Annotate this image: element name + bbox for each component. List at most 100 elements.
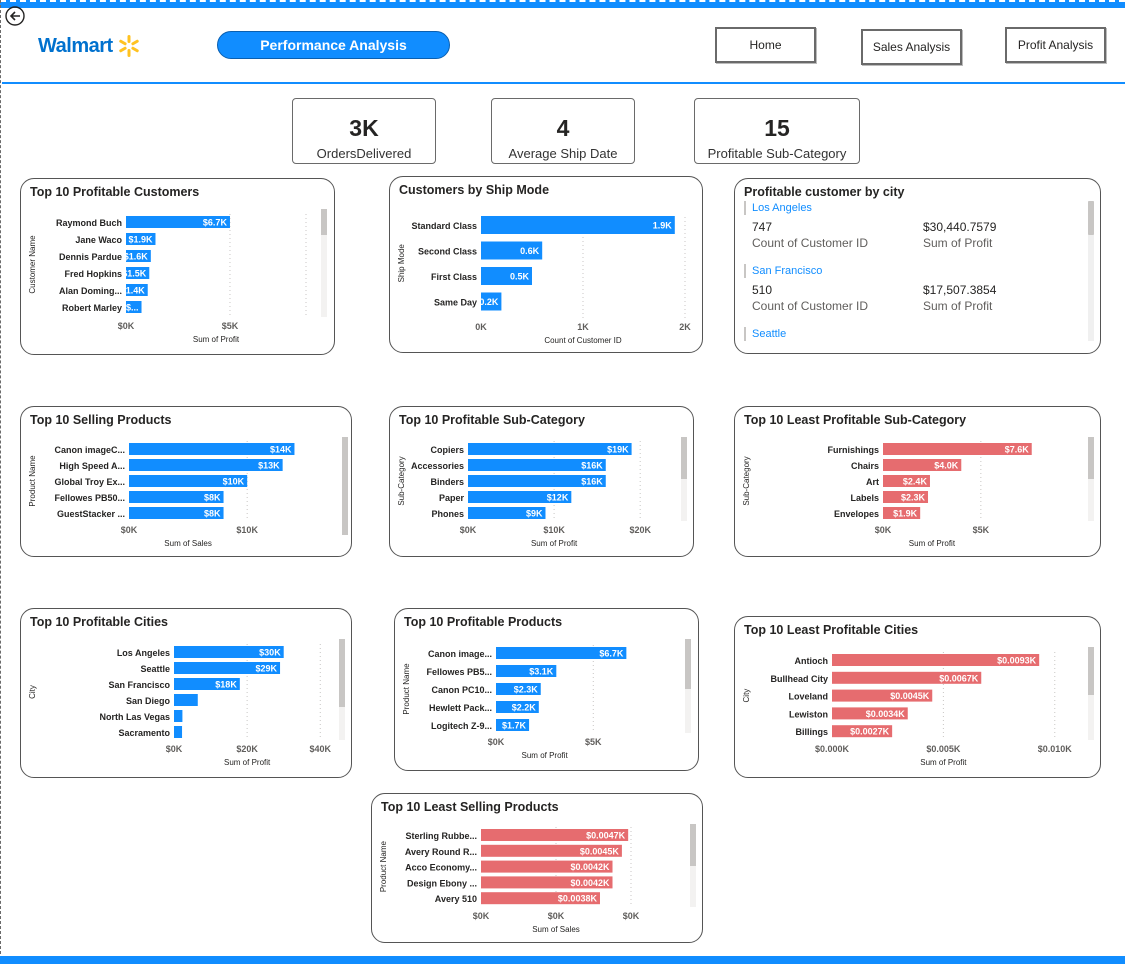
category-label: Chairs: [851, 461, 879, 471]
category-label: Loveland: [788, 692, 828, 702]
category-label: Robert Marley: [62, 303, 122, 313]
category-label: Lewiston: [789, 709, 828, 719]
customer-count: 747: [752, 220, 773, 234]
city-name[interactable]: Los Angeles: [752, 202, 812, 214]
category-label: Bullhead City: [770, 674, 828, 684]
y-axis-title: Sub-Category: [397, 456, 406, 505]
x-tick-label: $0K: [460, 525, 477, 535]
customer-count: 510: [752, 283, 773, 297]
chart-svg: $0K $20K $40K Sum of Profit City Los Angeles $…: [28, 639, 345, 767]
category-label: Furnishings: [828, 445, 880, 455]
x-tick-label: $0.005K: [926, 744, 961, 754]
data-label: $30K: [259, 648, 281, 658]
y-axis-title: Ship Mode: [397, 244, 406, 283]
data-label: $6.7K: [203, 218, 228, 228]
chart-customers-by-ship-mode[interactable]: Customers by Ship Mode 0K 1K 2K Count of Cu…: [389, 176, 703, 353]
category-label: Los Angeles: [117, 648, 170, 658]
city-name[interactable]: Seattle: [752, 328, 786, 340]
scrollbar-thumb: [690, 824, 696, 866]
x-tick-label: $5K: [973, 525, 990, 535]
category-label: Global Troy Ex...: [54, 477, 125, 487]
profit-analysis-button[interactable]: Profit Analysis: [1005, 27, 1106, 63]
y-axis-title: Product Name: [28, 455, 37, 507]
category-label: Acco Economy...: [405, 863, 477, 873]
data-label: $18K: [215, 680, 237, 690]
category-label: Avery Round R...: [405, 847, 477, 857]
chart-top-profitable-subcategory[interactable]: Top 10 Profitable Sub-Category $0K $10K $2…: [389, 406, 694, 557]
x-tick-label: $0.010K: [1038, 744, 1073, 754]
chart-top-profitable-cities[interactable]: Top 10 Profitable Cities $0K $20K $40K Sum …: [20, 608, 352, 778]
chart-svg: $0K $5K Sum of Profit Sub-Category Furnishin…: [742, 437, 1094, 548]
scrollbar-thumb[interactable]: [1088, 201, 1094, 235]
chart-least-profitable-subcategory[interactable]: Top 10 Least Profitable Sub-Category $0K…: [734, 406, 1101, 557]
category-label: Phones: [431, 509, 464, 519]
category-label: High Speed A...: [59, 461, 125, 471]
data-label: $1.9K: [128, 235, 153, 245]
category-label: Sterling Rubbe...: [405, 831, 477, 841]
chart-top-selling-products[interactable]: Top 10 Selling Products $0K $10K Sum of Sa…: [20, 406, 352, 557]
x-axis-title: Sum of Sales: [532, 925, 580, 934]
data-label: $1.4K: [121, 286, 146, 296]
y-axis-title: Product Name: [402, 663, 411, 715]
bar: [174, 710, 183, 722]
category-label: Binders: [430, 477, 464, 487]
data-label: $0.0067K: [939, 673, 979, 683]
chart-least-selling-products[interactable]: Top 10 Least Selling Products $0K $0K $0K S…: [371, 793, 703, 943]
x-tick-label: $5K: [222, 321, 239, 331]
data-label: $10K: [223, 477, 245, 487]
city-name[interactable]: San Francisco: [752, 265, 822, 277]
profit-value: $17,507.3854: [923, 283, 997, 297]
chart-least-profitable-cities[interactable]: Top 10 Least Profitable Cities $0.000K $0…: [734, 616, 1101, 778]
chart-svg: $0K $10K Sum of Sales Product Name Canon ima…: [28, 437, 348, 548]
x-tick-label: $5K: [585, 737, 602, 747]
count-label: Count of Customer ID: [752, 299, 869, 313]
category-label: Labels: [850, 493, 879, 503]
kpi-label: OrdersDelivered: [316, 146, 412, 161]
home-button[interactable]: Home: [715, 27, 816, 63]
category-label: Dennis Pardue: [59, 252, 122, 262]
scrollbar-thumb: [681, 437, 687, 479]
chart-svg: 0K 1K 2K Count of Customer ID Ship Mode Stand…: [397, 216, 691, 345]
data-label: 1.9K: [653, 221, 673, 231]
data-label: $7.6K: [1005, 445, 1030, 455]
card-profitable-customer-by-city[interactable]: Profitable customer by city Los Angeles …: [734, 178, 1101, 354]
scrollbar-thumb: [342, 437, 348, 535]
bar: [174, 694, 198, 706]
data-label: $0.0042K: [570, 862, 610, 872]
data-label: $0.0034K: [866, 709, 906, 719]
kpi-label: Average Ship Date: [508, 146, 618, 161]
category-label: Alan Doming...: [59, 286, 122, 296]
kpi-value: 4: [556, 115, 570, 141]
x-tick-label: $20K: [236, 744, 258, 754]
data-label: $2.3K: [514, 685, 539, 695]
data-label: $16K: [581, 461, 603, 471]
back-arrow-icon[interactable]: [5, 6, 25, 26]
x-axis-title: Sum of Profit: [920, 758, 967, 767]
category-label: Fellowes PB5...: [426, 667, 492, 677]
data-label: $1.6K: [124, 252, 149, 262]
data-label: $29K: [256, 664, 278, 674]
x-tick-label: $0K: [623, 911, 640, 921]
chart-top-profitable-customers[interactable]: Top 10 Profitable Customers $0K $5K Sum of…: [20, 178, 335, 355]
data-label: $2.2K: [512, 703, 537, 713]
category-label: Copiers: [430, 445, 464, 455]
category-label: Paper: [439, 493, 465, 503]
header-divider: [2, 82, 1125, 84]
spark-icon: [118, 35, 139, 57]
x-tick-label: $0K: [488, 737, 505, 747]
performance-analysis-button[interactable]: Performance Analysis: [217, 31, 450, 59]
data-label: $0.0047K: [586, 831, 626, 841]
data-label: $0.0038K: [558, 894, 598, 904]
data-label: 0.6K: [520, 246, 540, 256]
data-label: $0.0045K: [580, 846, 620, 856]
chart-top-profitable-products[interactable]: Top 10 Profitable Products $0K $5K Sum of …: [394, 608, 699, 771]
x-tick-label: $0K: [166, 744, 183, 754]
kpi-value: 15: [764, 115, 790, 141]
category-label: Avery 510: [435, 894, 477, 904]
chart-svg: $0K $5K Sum of Profit Product Name Canon ima…: [402, 639, 691, 760]
scrollbar-thumb: [1088, 647, 1094, 695]
category-label: Art: [866, 477, 879, 487]
category-label: Jane Waco: [75, 235, 122, 245]
sales-analysis-button[interactable]: Sales Analysis: [861, 29, 962, 65]
y-axis-title: City: [28, 685, 37, 699]
